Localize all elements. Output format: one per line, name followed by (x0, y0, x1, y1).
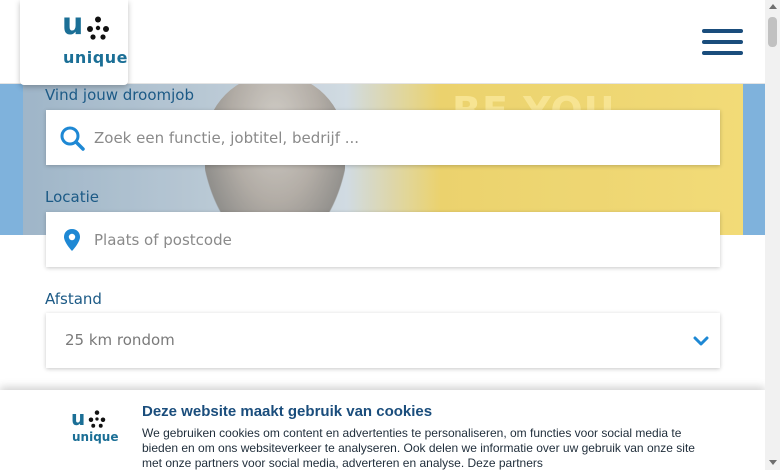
search-icon (60, 126, 85, 151)
distance-label: Afstand (45, 290, 102, 308)
distance-select[interactable]: 25 km rondom (46, 313, 720, 368)
scroll-up-arrow-icon[interactable] (769, 4, 777, 9)
location-input[interactable] (94, 212, 694, 267)
job-search-input[interactable] (94, 110, 694, 165)
site-header: u unique (0, 0, 765, 85)
menu-bar (702, 40, 743, 44)
cookie-body-text: We gebruiken cookies om content en adver… (142, 426, 695, 470)
page-scrollbar[interactable] (765, 0, 780, 470)
cookie-logo-dots-icon (88, 410, 106, 428)
cookie-logo-letter: u (71, 406, 86, 430)
logo-letter: u (62, 7, 84, 42)
scrollbar-thumb[interactable] (768, 17, 777, 47)
location-pin-icon (64, 229, 80, 251)
cookie-title: Deze website maakt gebruik van cookies (142, 403, 433, 420)
job-label: Vind jouw droomjob (45, 86, 194, 104)
location-label: Locatie (45, 188, 99, 206)
menu-bar (702, 51, 743, 55)
menu-bar (702, 29, 743, 33)
job-search-field[interactable] (46, 110, 720, 165)
logo-link[interactable]: u unique (20, 0, 128, 85)
cookie-banner: u unique Deze website maakt gebruik van … (0, 390, 765, 470)
logo-dots-icon (87, 16, 109, 40)
location-field[interactable] (46, 212, 720, 267)
cookie-logo-word: unique (72, 430, 119, 444)
scroll-down-arrow-icon[interactable] (769, 460, 777, 465)
logo-word: unique (63, 48, 128, 67)
chevron-down-icon (693, 336, 709, 346)
distance-selected-value: 25 km rondom (65, 331, 175, 349)
hamburger-menu-icon[interactable] (702, 29, 744, 55)
